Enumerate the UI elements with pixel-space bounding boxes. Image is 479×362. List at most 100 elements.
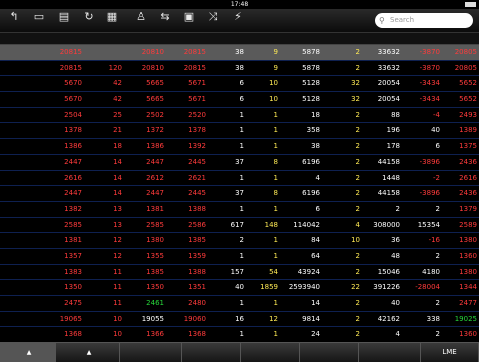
- table-cell: 88: [391, 110, 400, 119]
- table-row[interactable]: 19065 10 19055 19060 16 12 9814 2 42162 338 19025: [0, 312, 479, 328]
- table-cell: 2520: [188, 110, 206, 119]
- table-cell: 5670: [64, 95, 82, 104]
- table-cell: 1448: [382, 173, 400, 182]
- table-cell: 14: [113, 189, 122, 198]
- market-tab[interactable]: LME: [421, 343, 479, 362]
- table-cell: 32: [351, 79, 360, 88]
- toolbar-button-back[interactable]: ↰: [2, 10, 26, 32]
- table-cell: 4: [395, 330, 400, 339]
- table-row[interactable]: 20815 20810 20815 38 9 5878 2 33632 -3870 20805: [0, 45, 479, 61]
- table-row[interactable]: 2616 14 2612 2621 1 1 4 2 1448 -2 2616: [0, 171, 479, 187]
- toolbar-button-trade[interactable]: ⚡: [226, 10, 250, 32]
- table-row[interactable]: 1378 21 1372 1378 1 1 358 2 196 40 1389: [0, 123, 479, 140]
- table-cell: 1: [239, 299, 244, 307]
- table-cell: 1375: [459, 142, 477, 151]
- table-cell: 33632: [377, 48, 400, 56]
- table-cell: 1379: [459, 204, 477, 213]
- table-cell: 1: [239, 204, 244, 213]
- market-tab[interactable]: [120, 343, 182, 362]
- market-tab[interactable]: ▲: [0, 343, 56, 362]
- table-cell: 148: [264, 220, 278, 229]
- toolbar-button-layout[interactable]: ▦: [100, 10, 124, 32]
- table-cell: 1859: [260, 283, 278, 292]
- table-row[interactable]: 2447 14 2447 2445 37 8 6196 2 44158 -3896 2436: [0, 186, 479, 202]
- table-cell: 1381: [64, 236, 82, 245]
- table-row[interactable]: 1350 11 1350 1351 40 1859 2593940 22 391226 -2800…: [0, 280, 479, 296]
- table-cell: 2593940: [288, 283, 320, 292]
- table-row[interactable]: 1383 11 1385 1388 157 54 43924 2 15046 4180 1380: [0, 265, 479, 281]
- table-cell: 1380: [146, 236, 164, 245]
- table-cell: 2445: [188, 157, 206, 166]
- table-row[interactable]: 5670 42 5665 5671 6 10 5128 32 20054 -3434 5652: [0, 92, 479, 108]
- table-cell: 2445: [188, 189, 206, 198]
- table-cell: 2: [355, 267, 360, 276]
- table-cell: -3434: [419, 79, 440, 88]
- table-cell: 2: [435, 204, 440, 213]
- market-tab-label: LME: [442, 348, 457, 356]
- table-cell: 2493: [459, 110, 477, 119]
- table-cell: -3870: [419, 48, 440, 56]
- toolbar-button-switch[interactable]: ⇆: [153, 10, 177, 32]
- battery-icon: [465, 2, 476, 7]
- table-row[interactable]: 1386 18 1386 1392 1 1 38 2 178 6 1375: [0, 139, 479, 155]
- table-cell: 2: [355, 299, 360, 307]
- table-cell: 5128: [302, 79, 320, 88]
- toolbar-button-label: [2, 24, 26, 31]
- table-row[interactable]: 1381 12 1380 1385 2 1 84 10 36 -16 1380: [0, 233, 479, 249]
- market-tab[interactable]: [359, 343, 421, 362]
- toolbar-button-columns[interactable]: ▤: [52, 10, 76, 32]
- table-cell: 43924: [297, 267, 320, 276]
- table-cell: 1359: [188, 251, 206, 260]
- table-cell: 10: [113, 314, 122, 323]
- market-tab[interactable]: [241, 343, 300, 362]
- table-cell: 2480: [188, 299, 206, 307]
- quote-table: 20815 20810 20815 38 9 5878 2 33632 -3870 20805 20…: [0, 33, 479, 359]
- window-icon: ▭: [33, 10, 45, 23]
- table-row[interactable]: 1368 10 1366 1368 1 1 24 2 4 2 1360: [0, 327, 479, 344]
- table-cell: 1368: [64, 330, 82, 339]
- table-cell: 2: [435, 299, 440, 307]
- table-row[interactable]: 1382 13 1381 1388 1 1 6 2 2 2 1379: [0, 202, 479, 218]
- table-cell: 2436: [459, 189, 477, 198]
- table-row[interactable]: 2585 13 2585 2586 617 148 114042 4 308000 15354 25…: [0, 218, 479, 234]
- toolbar-button-user[interactable]: ♙: [129, 10, 153, 32]
- table-cell: 1: [239, 173, 244, 182]
- market-tab[interactable]: [182, 343, 241, 362]
- table-cell: 1366: [146, 330, 164, 339]
- toolbar-button-formula[interactable]: ⤨: [201, 10, 225, 32]
- table-cell: 12: [113, 236, 122, 245]
- table-row[interactable]: 2447 14 2447 2445 37 8 6196 2 44158 -3896 2436: [0, 155, 479, 171]
- table-row[interactable]: 1357 12 1355 1359 1 1 64 2 48 2 1360: [0, 249, 479, 265]
- table-cell: 1388: [188, 204, 206, 213]
- toolbar-button-label: [153, 24, 177, 31]
- toolbar-button-label: [100, 24, 124, 31]
- market-tab[interactable]: [300, 343, 359, 362]
- table-cell: 11: [113, 267, 122, 276]
- table-cell: 48: [391, 251, 400, 260]
- table-cell: 25: [113, 110, 122, 119]
- market-tab[interactable]: ▲: [56, 343, 120, 362]
- table-cell: 5671: [188, 95, 206, 104]
- toolbar-button-refresh[interactable]: ↻: [77, 10, 101, 32]
- table-row[interactable]: 20815 120 20810 20815 38 9 5878 2 33632 -3870 2080…: [0, 61, 479, 77]
- table-row[interactable]: 5670 42 5665 5671 6 10 5128 32 20054 -3434 5652: [0, 76, 479, 93]
- table-row[interactable]: 2475 11 2461 2480 1 1 14 2 40 2 2477: [0, 296, 479, 312]
- table-cell: 2: [355, 189, 360, 198]
- table-cell: 2586: [188, 220, 206, 229]
- table-cell: 1386: [146, 142, 164, 151]
- toolbar-button-window[interactable]: ▭: [27, 10, 51, 32]
- table-cell: 24: [311, 330, 320, 339]
- table-cell: 20805: [454, 63, 477, 72]
- table-cell: 20805: [454, 48, 477, 56]
- table-cell: 19060: [183, 314, 206, 323]
- table-cell: 2: [355, 173, 360, 182]
- table-cell: 5665: [146, 95, 164, 104]
- table-cell: 1360: [459, 330, 477, 339]
- table-cell: 38: [311, 142, 320, 151]
- toolbar-button-keyboard[interactable]: ▣: [177, 10, 201, 32]
- table-cell: 84: [311, 236, 320, 245]
- table-row[interactable]: 2504 25 2502 2520 1 1 18 2 88 -4 2493: [0, 108, 479, 124]
- search-box[interactable]: ⚲ Search: [375, 13, 473, 28]
- table-cell: 114042: [293, 220, 320, 229]
- table-cell: 338: [426, 314, 440, 323]
